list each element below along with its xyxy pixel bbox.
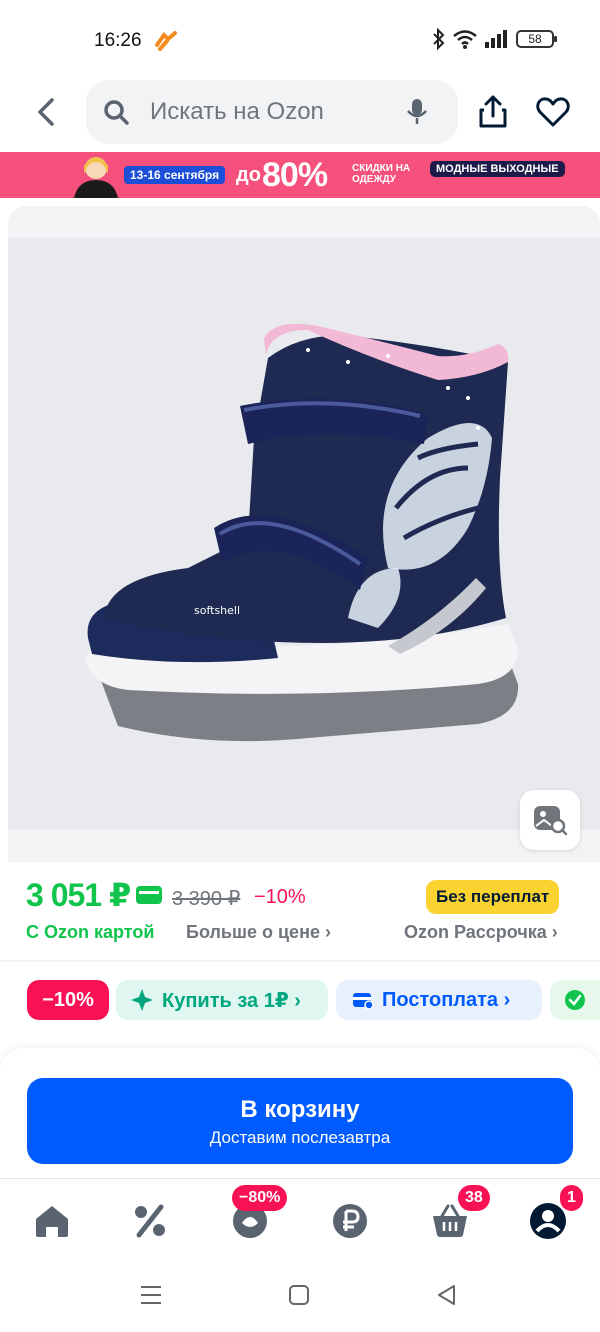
back-arrow-icon[interactable]	[28, 94, 64, 130]
product-image[interactable]: softshell	[8, 238, 600, 830]
home-square-icon[interactable]	[288, 1284, 310, 1306]
add-to-cart-button[interactable]: В корзину Доставим послезавтра	[27, 1078, 573, 1164]
status-time: 16:26	[94, 30, 142, 51]
fresh-discount-badge: −80%	[232, 1185, 288, 1211]
buy-for-1-ruble-label: Купить за 1₽ ›	[162, 989, 301, 1012]
promo-dates: 13-16 сентября	[124, 166, 226, 184]
discount-chip[interactable]: −10%	[27, 980, 109, 1020]
search-placeholder: Искать на Ozon	[150, 98, 324, 125]
buy-for-1-ruble-chip[interactable]: Купить за 1₽ ›	[116, 980, 328, 1020]
svg-text:softshell: softshell	[194, 604, 240, 617]
system-back-icon[interactable]	[436, 1284, 458, 1306]
promo-banner[interactable]: 13-16 сентября до 80% СКИДКИ НА ОДЕЖДУ М…	[0, 152, 600, 198]
sparkle-icon	[131, 989, 153, 1011]
battery-indicator: 58	[516, 30, 557, 48]
ozon-installment-link[interactable]: Ozon Рассрочка ›	[404, 922, 558, 943]
home-icon[interactable]	[32, 1201, 72, 1241]
offer-chips: −10% Купить за 1₽ › Постоплата ›	[0, 964, 600, 1036]
promo-weekend-badge: МОДНЫЕ ВЫХОДНЫЕ	[430, 161, 565, 177]
share-icon[interactable]	[476, 94, 510, 130]
more-about-price-link[interactable]: Больше о цене ›	[186, 922, 331, 943]
cart-count-badge: 38	[458, 1185, 490, 1211]
search-input[interactable]: Искать на Ozon	[86, 80, 458, 144]
discount-chip-label: −10%	[42, 988, 94, 1011]
system-navigation-bar	[0, 1264, 600, 1332]
status-icons: 58	[432, 28, 557, 50]
ozon-card-icon	[136, 886, 162, 904]
search-icon	[104, 100, 129, 125]
extra-chip[interactable]	[550, 980, 600, 1020]
with-ozon-card-label: С Ozon картой	[26, 922, 155, 942]
finance-ruble-icon[interactable]	[330, 1201, 370, 1241]
wifi-icon	[453, 30, 477, 49]
postpay-label: Постоплата ›	[382, 988, 511, 1011]
profile-notification-badge: 1	[560, 1185, 583, 1211]
price-section: 3 051 ₽ 3 390 ₽ −10% Без переплат С Ozon…	[0, 866, 600, 962]
delivery-estimate: Доставим послезавтра	[209, 1128, 391, 1147]
wallet-icon	[353, 993, 374, 1010]
price-discount: −10%	[254, 886, 306, 908]
favorite-heart-icon[interactable]	[536, 96, 570, 128]
bottom-navigation: −80% 38 1	[0, 1178, 600, 1264]
cart-panel: В корзину Доставим послезавтра	[0, 1048, 600, 1178]
recent-apps-icon[interactable]	[140, 1284, 162, 1306]
promo-model-image	[74, 157, 118, 198]
price-old: 3 390 ₽	[172, 888, 241, 910]
winter-boot-image: softshell	[84, 323, 519, 742]
promo-sale-text: СКИДКИ НА ОДЕЖДУ	[352, 163, 411, 185]
find-similar-button[interactable]	[520, 790, 580, 850]
promo-percent: 80%	[262, 156, 328, 194]
price-with-card: 3 051 ₽	[26, 877, 131, 913]
status-bar: 16:26 58	[0, 0, 600, 80]
product-gallery[interactable]: softshell	[8, 206, 600, 862]
check-circle-icon	[565, 990, 585, 1010]
postpay-chip[interactable]: Постоплата ›	[336, 980, 542, 1020]
bluetooth-icon	[433, 28, 445, 50]
header: Искать на Ozon	[0, 80, 600, 150]
microphone-icon[interactable]	[404, 97, 430, 127]
discounts-percent-icon[interactable]	[130, 1201, 170, 1241]
signal-icon	[485, 30, 507, 48]
ozon-notification-icon	[155, 31, 177, 51]
add-to-cart-label: В корзину	[240, 1096, 360, 1123]
promo-prefix: до	[236, 164, 261, 186]
image-search-icon	[534, 806, 568, 836]
no-overpayment-badge[interactable]: Без переплат	[426, 880, 560, 914]
